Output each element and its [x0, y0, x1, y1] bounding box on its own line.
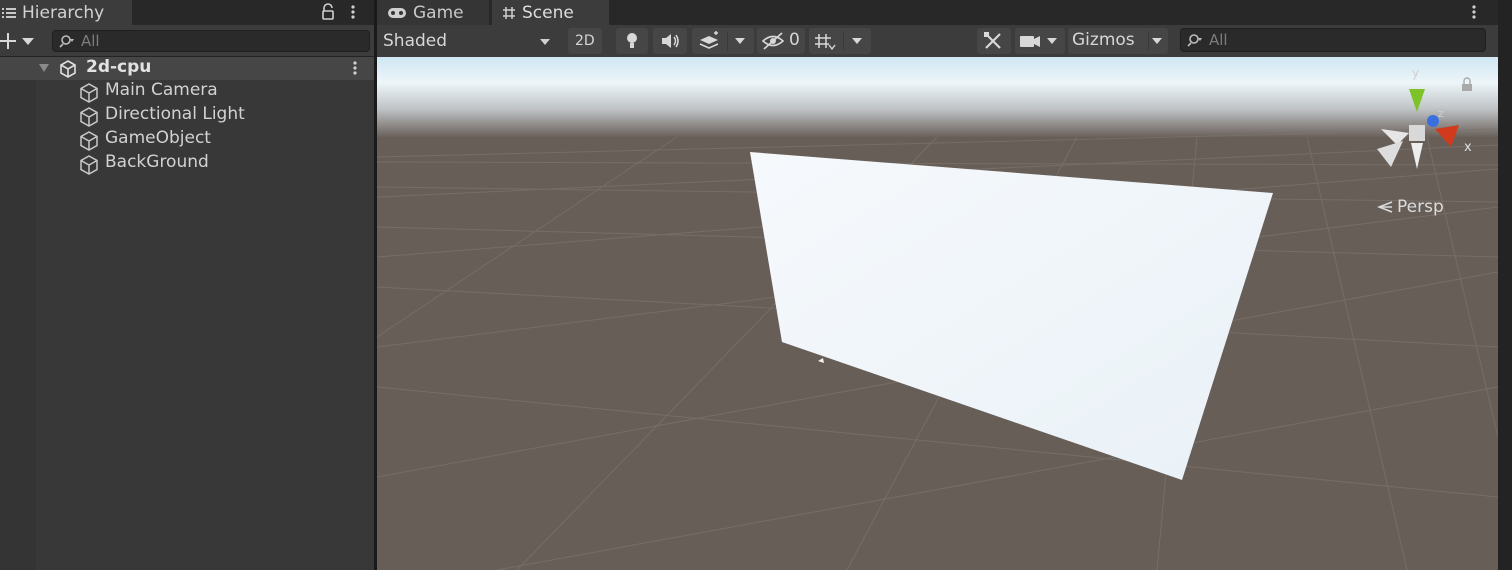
axis-label-y: y: [1412, 67, 1419, 80]
axis-label-x: x: [1464, 140, 1472, 155]
expand-arrow-icon[interactable]: [38, 62, 50, 74]
scene-options-icon[interactable]: [348, 59, 362, 77]
axis-neg-y-cone[interactable]: [1411, 143, 1423, 169]
axis-neg-x-cone[interactable]: [1381, 129, 1409, 145]
camera-settings-dropdown[interactable]: [1015, 28, 1065, 54]
axis-neg-z-cone[interactable]: [1377, 141, 1403, 167]
hierarchy-item-label: Directional Light: [105, 104, 245, 124]
hidden-objects-toggle[interactable]: 0: [757, 28, 805, 54]
gizmos-label: Gizmos: [1072, 30, 1135, 50]
hierarchy-item-main-camera[interactable]: Main Camera: [0, 80, 374, 104]
gizmos-dropdown[interactable]: Gizmos: [1068, 28, 1168, 54]
sky: [377, 57, 1498, 109]
create-dropdown-button[interactable]: [0, 30, 40, 52]
hierarchy-item-gameobject[interactable]: GameObject: [0, 128, 374, 152]
scene-panel-edge: [1498, 0, 1512, 570]
lighting-toggle-button[interactable]: [616, 28, 648, 54]
scene-search-input[interactable]: All: [1180, 28, 1486, 52]
scene-panel: Game Scene Shaded 2D 0 Gizmos All y x z …: [377, 0, 1512, 570]
scene-toolbar: Shaded 2D 0 Gizmos All: [377, 25, 1498, 56]
tab-scene[interactable]: Scene: [492, 0, 609, 25]
layers-icon: [699, 31, 745, 51]
scene-world[interactable]: [377, 57, 1498, 570]
search-icon: [1187, 34, 1202, 47]
list-icon: [2, 7, 16, 18]
axis-label-z: z: [1438, 107, 1444, 120]
grid-icon: [815, 31, 862, 51]
draw-mode-label: Shaded: [383, 31, 448, 51]
axis-x-cone[interactable]: [1435, 125, 1459, 147]
search-placeholder: All: [1209, 31, 1228, 49]
draw-mode-dropdown[interactable]: Shaded: [377, 28, 559, 54]
tools-toggle-button[interactable]: [977, 28, 1011, 54]
hierarchy-panel: Hierarchy All 2d-cpu Main Camera Directi…: [0, 0, 374, 570]
gameobject-cube-icon: [80, 131, 98, 151]
orientation-gizmo[interactable]: y x z: [1367, 67, 1477, 187]
gameobject-cube-icon: [80, 107, 98, 127]
unity-scene-icon: [60, 60, 76, 78]
perspective-icon: [1377, 201, 1393, 213]
hidden-count: 0: [789, 30, 800, 50]
hierarchy-search-input[interactable]: All: [52, 30, 370, 52]
hierarchy-tab-bar: Hierarchy: [0, 0, 374, 25]
toggle-2d-label: 2D: [575, 33, 595, 49]
tools-icon: [984, 32, 1001, 49]
gamepad-icon: [388, 7, 406, 18]
speaker-icon: [662, 34, 679, 48]
hierarchy-item-label: BackGround: [105, 152, 209, 172]
hierarchy-toolbar: All: [0, 25, 374, 57]
scene-tab-bar: Game Scene: [377, 0, 1512, 25]
search-icon: [59, 35, 74, 48]
grid-snap-dropdown[interactable]: [809, 28, 871, 54]
scene-viewport[interactable]: y x z Persp: [377, 57, 1498, 570]
toggle-2d-button[interactable]: 2D: [568, 28, 602, 54]
scene-root-row[interactable]: 2d-cpu: [0, 57, 374, 80]
tab-game-label: Game: [413, 2, 464, 23]
projection-label: Persp: [1397, 197, 1444, 217]
hash-icon: [503, 6, 515, 19]
chevron-down-icon: [1148, 31, 1162, 51]
chevron-down-icon: [540, 39, 550, 45]
tab-scene-label: Scene: [522, 2, 574, 23]
gameobject-cube-icon: [80, 155, 98, 175]
axis-y-cone[interactable]: [1409, 89, 1425, 112]
camera-icon: [1020, 36, 1057, 47]
projection-toggle[interactable]: Persp: [1377, 197, 1444, 217]
gameobject-cube-icon: [80, 83, 98, 103]
audio-toggle-button[interactable]: [653, 28, 687, 54]
eye-hidden-icon: [761, 32, 785, 50]
hierarchy-item-label: Main Camera: [105, 80, 218, 100]
hierarchy-item-label: GameObject: [105, 128, 211, 148]
hierarchy-item-background[interactable]: BackGround: [0, 152, 374, 176]
more-options-icon[interactable]: [346, 3, 360, 21]
effects-dropdown-button[interactable]: [692, 28, 754, 54]
gizmo-center-cube[interactable]: [1409, 125, 1425, 141]
hierarchy-item-directional-light[interactable]: Directional Light: [0, 104, 374, 128]
hierarchy-tab-label: Hierarchy: [22, 2, 105, 23]
scene-name: 2d-cpu: [86, 57, 152, 77]
tab-hierarchy[interactable]: Hierarchy: [0, 0, 132, 25]
lock-icon[interactable]: [320, 3, 336, 21]
lightbulb-icon: [627, 33, 637, 48]
search-placeholder: All: [81, 32, 100, 50]
tab-game[interactable]: Game: [377, 0, 489, 25]
more-options-icon[interactable]: [1467, 3, 1481, 21]
